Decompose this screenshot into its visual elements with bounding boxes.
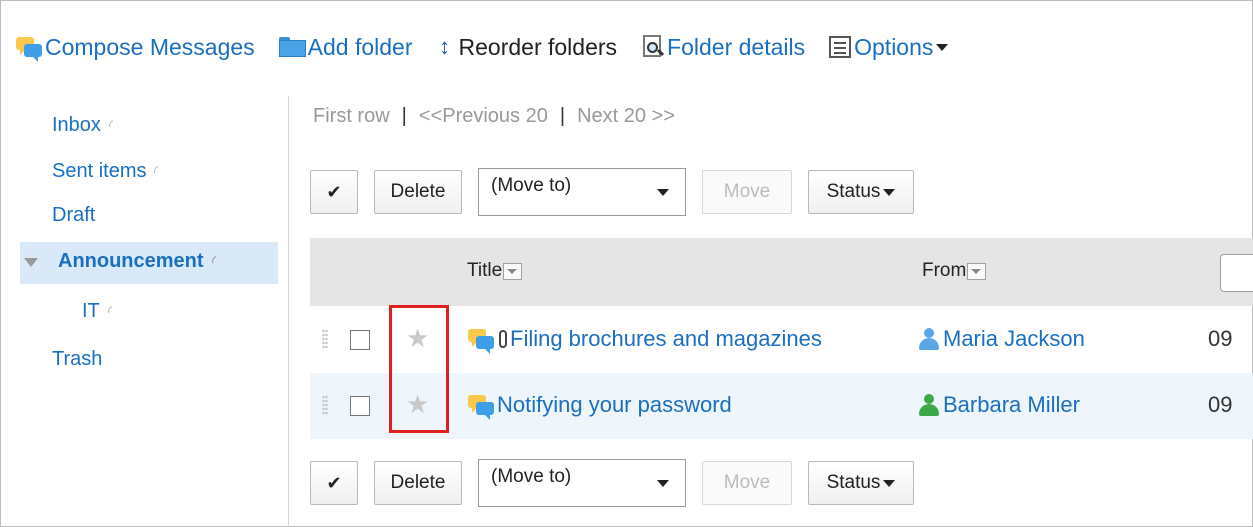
- chevron-down-icon: [657, 189, 669, 196]
- drag-handle-icon[interactable]: [322, 395, 328, 415]
- table-header: Title From: [310, 238, 1253, 306]
- top-action-bar: ✔ Delete (Move to) Move Status: [310, 168, 930, 216]
- reorder-label: Reorder folders: [458, 33, 618, 60]
- message-icon: [468, 394, 494, 420]
- previous-page-link[interactable]: <<Previous 20: [419, 105, 548, 128]
- pager: First row | <<Previous 20 | Next 20 >>: [313, 105, 675, 128]
- move-button[interactable]: Move: [702, 461, 792, 505]
- compose-label: Compose Messages: [45, 33, 255, 60]
- move-to-value: (Move to): [491, 466, 572, 487]
- folder-icon: [278, 37, 306, 57]
- chevron-down-icon: [883, 188, 896, 196]
- move-to-value: (Move to): [491, 175, 572, 196]
- sidebar-item-announcement[interactable]: Announcement ◜: [20, 242, 278, 284]
- status-label: Status: [826, 181, 881, 202]
- status-menu-button[interactable]: Status: [808, 461, 914, 505]
- row-checkbox[interactable]: [350, 330, 370, 350]
- chevron-down-icon: [883, 479, 896, 487]
- sender-link[interactable]: Barbara Miller: [917, 392, 1080, 418]
- compose-icon: [16, 36, 42, 62]
- sender-name: Barbara Miller: [943, 392, 1080, 417]
- star-column-highlight: [389, 305, 449, 433]
- rss-icon: ◜: [208, 252, 220, 270]
- compose-messages-button[interactable]: Compose Messages: [16, 33, 255, 62]
- attachment-icon: [499, 330, 507, 348]
- drag-handle-icon[interactable]: [322, 329, 328, 349]
- message-icon: [468, 328, 494, 354]
- column-from[interactable]: From: [922, 260, 987, 282]
- pager-separator: |: [559, 105, 566, 127]
- sidebar-item-label: IT: [82, 300, 100, 322]
- folder-details-icon: [641, 35, 665, 59]
- toolbar: Compose Messages Add folder ↕ Reorder fo…: [16, 27, 972, 67]
- sort-dropdown-icon[interactable]: [967, 262, 987, 280]
- sidebar-item-label: Sent items: [52, 160, 147, 182]
- sidebar-item-inbox[interactable]: Inbox ◜: [52, 114, 117, 137]
- delete-button[interactable]: Delete: [374, 170, 462, 214]
- collapse-triangle-icon[interactable]: [24, 258, 38, 267]
- date-cell: 09: [1208, 326, 1233, 351]
- reorder-folders-button[interactable]: ↕ Reorder folders: [437, 33, 618, 61]
- select-all-button[interactable]: ✔: [310, 170, 358, 214]
- move-to-select[interactable]: (Move to): [478, 459, 686, 507]
- date-cell: 09: [1208, 392, 1233, 417]
- folder-details-button[interactable]: Folder details: [641, 34, 805, 61]
- sidebar-item-label: Trash: [52, 348, 103, 370]
- options-label: Options: [854, 33, 934, 60]
- sidebar-item-it[interactable]: IT ◜: [82, 300, 116, 323]
- user-icon: [917, 394, 941, 416]
- message-title-link[interactable]: Notifying your password: [468, 392, 732, 420]
- select-all-button[interactable]: ✔: [310, 461, 358, 505]
- sidebar-item-label: Draft: [52, 204, 96, 226]
- table-row[interactable]: ★ Notifying your password Barbara Miller…: [310, 373, 1253, 439]
- message-title-link[interactable]: Filing brochures and magazines: [468, 326, 822, 354]
- sender-link[interactable]: Maria Jackson: [917, 326, 1085, 352]
- column-title-label: Title: [467, 260, 503, 281]
- move-button[interactable]: Move: [702, 170, 792, 214]
- reorder-icon: ↕: [439, 34, 451, 59]
- message-title: Filing brochures and magazines: [510, 326, 822, 351]
- row-checkbox[interactable]: [350, 396, 370, 416]
- chevron-down-icon: [657, 480, 669, 487]
- sidebar-item-draft[interactable]: Draft: [52, 204, 95, 227]
- sender-name: Maria Jackson: [943, 326, 1085, 351]
- sort-dropdown-icon[interactable]: [503, 262, 523, 280]
- table-row[interactable]: ★ Filing brochures and magazines Maria J…: [310, 307, 1253, 373]
- column-header-control[interactable]: [1220, 254, 1253, 292]
- sidebar-item-label: Inbox: [52, 114, 101, 136]
- sidebar-item-label: Announcement: [58, 250, 204, 272]
- column-from-label: From: [922, 260, 967, 281]
- column-title[interactable]: Title: [467, 260, 523, 282]
- sidebar-divider: [288, 96, 289, 527]
- bottom-action-bar: ✔ Delete (Move to) Move Status: [310, 459, 930, 507]
- status-label: Status: [826, 472, 881, 493]
- pager-separator: |: [401, 105, 407, 127]
- options-icon: [829, 36, 852, 58]
- sidebar-item-sent-items[interactable]: Sent items ◜: [52, 160, 162, 183]
- delete-button[interactable]: Delete: [374, 461, 462, 505]
- status-menu-button[interactable]: Status: [808, 170, 914, 214]
- sidebar-item-trash[interactable]: Trash: [52, 348, 102, 371]
- next-page-link[interactable]: Next 20 >>: [577, 105, 675, 128]
- move-to-select[interactable]: (Move to): [478, 168, 686, 216]
- add-folder-label: Add folder: [307, 33, 413, 60]
- message-title: Notifying your password: [497, 392, 732, 417]
- folder-details-label: Folder details: [667, 33, 806, 60]
- add-folder-button[interactable]: Add folder: [278, 33, 413, 61]
- options-menu-button[interactable]: Options: [829, 33, 949, 61]
- first-row-link[interactable]: First row: [313, 105, 390, 128]
- chevron-down-icon: [936, 43, 949, 51]
- user-icon: [917, 328, 941, 350]
